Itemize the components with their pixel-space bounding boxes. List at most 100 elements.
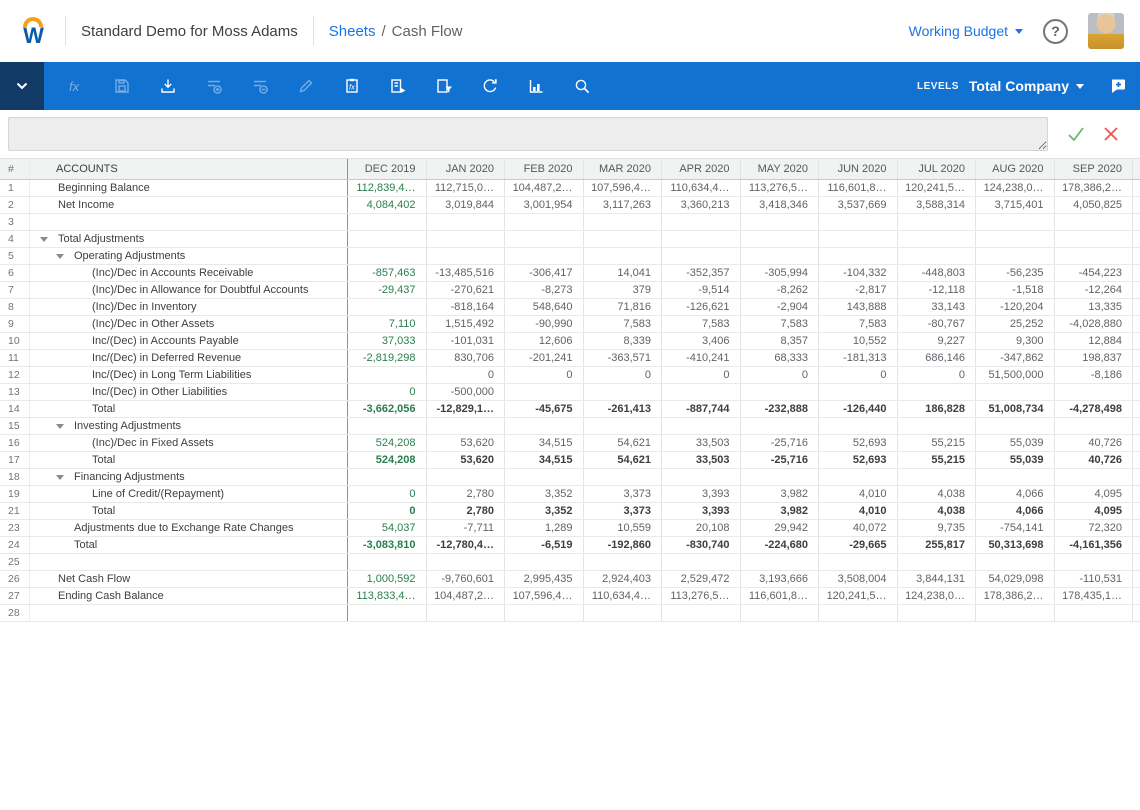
formula-input[interactable]	[8, 117, 1048, 151]
value-cell[interactable]: 4,095	[1055, 503, 1134, 519]
value-cell[interactable]: -3,662,056	[348, 401, 427, 417]
value-cell[interactable]: 113,276,5…	[662, 588, 741, 604]
value-cell[interactable]	[741, 605, 820, 621]
row-number[interactable]: 10	[0, 333, 30, 349]
account-cell[interactable]: (Inc)/Dec in Accounts Receivable	[30, 265, 348, 281]
value-cell[interactable]	[898, 231, 977, 247]
value-cell[interactable]	[1055, 384, 1134, 400]
value-cell[interactable]: 0	[662, 367, 741, 383]
value-cell[interactable]: -818,164	[427, 299, 506, 315]
value-cell[interactable]: 2,924,403	[584, 571, 663, 587]
value-cell[interactable]	[348, 299, 427, 315]
value-cell[interactable]: 29,942	[741, 520, 820, 536]
value-cell[interactable]: 3,001,954	[505, 197, 584, 213]
value-cell[interactable]	[584, 248, 663, 264]
value-cell[interactable]: 55,215	[898, 435, 977, 451]
value-cell[interactable]	[976, 418, 1055, 434]
value-cell[interactable]	[427, 231, 506, 247]
value-cell[interactable]: 3,373	[584, 486, 663, 502]
value-cell[interactable]: 40,726	[1055, 435, 1134, 451]
row-number[interactable]: 24	[0, 537, 30, 553]
value-cell[interactable]	[348, 469, 427, 485]
value-cell[interactable]: -12,118	[898, 282, 977, 298]
confirm-check-icon[interactable]	[1066, 124, 1086, 144]
download-icon[interactable]	[158, 76, 178, 96]
row-number[interactable]: 23	[0, 520, 30, 536]
account-cell[interactable]: Ending Cash Balance	[30, 588, 348, 604]
value-cell[interactable]: 4,050,825	[1055, 197, 1134, 213]
value-cell[interactable]: 124,238,0…	[898, 588, 977, 604]
value-cell[interactable]: 33,143	[898, 299, 977, 315]
value-cell[interactable]: -25,716	[741, 452, 820, 468]
value-cell[interactable]: -2,904	[741, 299, 820, 315]
value-cell[interactable]	[819, 214, 898, 230]
value-cell[interactable]: 107,596,4…	[505, 588, 584, 604]
row-number[interactable]: 1	[0, 180, 30, 196]
comment-add-icon[interactable]	[1108, 76, 1128, 96]
value-cell[interactable]: 52,693	[819, 435, 898, 451]
value-cell[interactable]	[584, 554, 663, 570]
value-cell[interactable]: 14,041	[584, 265, 663, 281]
value-cell[interactable]: -56,235	[976, 265, 1055, 281]
row-number[interactable]: 28	[0, 605, 30, 621]
value-cell[interactable]	[505, 248, 584, 264]
value-cell[interactable]: 255,817	[898, 537, 977, 553]
value-cell[interactable]: 7,110	[348, 316, 427, 332]
value-cell[interactable]	[427, 469, 506, 485]
value-cell[interactable]: -305,994	[741, 265, 820, 281]
value-cell[interactable]: 379	[584, 282, 663, 298]
value-cell[interactable]	[898, 469, 977, 485]
value-cell[interactable]: 0	[348, 384, 427, 400]
value-cell[interactable]: 4,038	[898, 503, 977, 519]
value-cell[interactable]	[505, 418, 584, 434]
row-number[interactable]: 2	[0, 197, 30, 213]
value-cell[interactable]: 3,352	[505, 486, 584, 502]
value-cell[interactable]	[427, 418, 506, 434]
value-cell[interactable]: 3,373	[584, 503, 663, 519]
value-cell[interactable]: -8,186	[1055, 367, 1134, 383]
value-cell[interactable]: 34,515	[505, 435, 584, 451]
account-cell[interactable]: Inc/(Dec) in Deferred Revenue	[30, 350, 348, 366]
value-cell[interactable]: -181,313	[819, 350, 898, 366]
value-cell[interactable]	[427, 248, 506, 264]
value-cell[interactable]: 53,620	[427, 452, 506, 468]
search-icon[interactable]	[572, 76, 592, 96]
value-cell[interactable]	[584, 605, 663, 621]
value-cell[interactable]: 4,010	[819, 503, 898, 519]
value-cell[interactable]	[348, 214, 427, 230]
value-cell[interactable]: 7,583	[662, 316, 741, 332]
value-cell[interactable]	[741, 231, 820, 247]
value-cell[interactable]: -101,031	[427, 333, 506, 349]
value-cell[interactable]: 3,588,314	[898, 197, 977, 213]
value-cell[interactable]: 4,084,402	[348, 197, 427, 213]
row-number[interactable]: 17	[0, 452, 30, 468]
value-cell[interactable]	[662, 248, 741, 264]
value-cell[interactable]	[662, 605, 741, 621]
value-cell[interactable]: 7,583	[819, 316, 898, 332]
value-cell[interactable]: 3,715,401	[976, 197, 1055, 213]
version-selector[interactable]: Working Budget	[909, 23, 1023, 39]
value-cell[interactable]: 112,839,4…	[348, 180, 427, 196]
value-cell[interactable]: 198,837	[1055, 350, 1134, 366]
value-cell[interactable]: 178,386,2…	[1055, 180, 1134, 196]
row-number[interactable]: 27	[0, 588, 30, 604]
value-cell[interactable]	[662, 214, 741, 230]
value-cell[interactable]: 51,500,000	[976, 367, 1055, 383]
value-cell[interactable]: 52,693	[819, 452, 898, 468]
account-cell[interactable]: Operating Adjustments	[30, 248, 348, 264]
value-cell[interactable]: 12,884	[1055, 333, 1134, 349]
value-cell[interactable]	[348, 554, 427, 570]
row-number[interactable]: 21	[0, 503, 30, 519]
value-cell[interactable]	[584, 418, 663, 434]
value-cell[interactable]: -12,829,1…	[427, 401, 506, 417]
value-cell[interactable]: -126,440	[819, 401, 898, 417]
value-cell[interactable]: -29,665	[819, 537, 898, 553]
value-cell[interactable]: -500,000	[427, 384, 506, 400]
value-cell[interactable]: -2,817	[819, 282, 898, 298]
value-cell[interactable]: 548,640	[505, 299, 584, 315]
value-cell[interactable]: 8,357	[741, 333, 820, 349]
value-cell[interactable]: 4,038	[898, 486, 977, 502]
value-cell[interactable]	[505, 384, 584, 400]
value-cell[interactable]	[819, 248, 898, 264]
account-cell[interactable]: Line of Credit/(Repayment)	[30, 486, 348, 502]
